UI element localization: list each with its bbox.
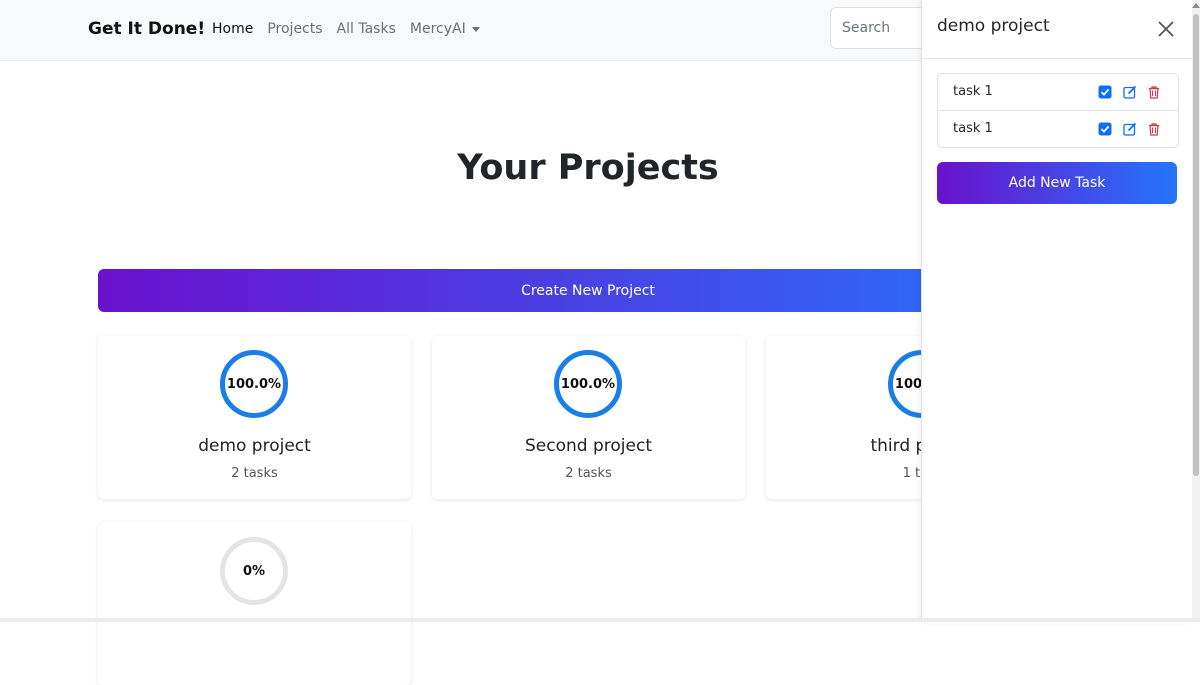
scrollbar[interactable] (1192, 0, 1200, 622)
nav-links: Home Projects All Tasks MercyAI (212, 21, 480, 37)
progress-ring: 0% (220, 537, 288, 605)
close-icon[interactable] (1156, 19, 1176, 39)
project-name: demo project (198, 436, 311, 456)
trash-icon[interactable] (1147, 85, 1161, 99)
project-name: Second project (525, 436, 652, 456)
nav-link-projects[interactable]: Projects (267, 21, 322, 37)
task-count: 2 tasks (231, 466, 278, 481)
panel-header: demo project (922, 0, 1193, 59)
edit-icon[interactable] (1123, 85, 1137, 99)
add-task-button[interactable]: Add New Task (937, 162, 1177, 204)
caret-down-icon (471, 26, 480, 32)
nav-dropdown-mercyai[interactable]: MercyAI (410, 21, 480, 37)
edit-icon[interactable] (1123, 122, 1137, 136)
project-card[interactable]: 0% (98, 522, 411, 685)
project-card[interactable]: 100.0% demo project 2 tasks (98, 336, 411, 499)
project-card[interactable]: 100.0% Second project 2 tasks (432, 336, 745, 499)
bottom-edge (0, 618, 1200, 622)
task-label: task 1 (953, 121, 993, 136)
task-item: task 1 (938, 74, 1178, 111)
task-count: 2 tasks (565, 466, 612, 481)
progress-ring: 100.0% (220, 350, 288, 418)
trash-icon[interactable] (1147, 122, 1161, 136)
scroll-up-arrow-icon[interactable] (1192, 3, 1200, 8)
panel-title: demo project (937, 16, 1050, 36)
task-item: task 1 (938, 111, 1178, 147)
brand-logo[interactable]: Get It Done! (88, 19, 205, 39)
project-tasks-panel: demo project task 1 task 1 Add New Task (921, 0, 1193, 622)
checkbox-checked-icon[interactable] (1098, 85, 1112, 99)
dropdown-label: MercyAI (409, 21, 466, 37)
task-list: task 1 task 1 (937, 73, 1179, 148)
progress-ring: 100.0% (554, 350, 622, 418)
task-label: task 1 (953, 84, 993, 99)
nav-link-home[interactable]: Home (212, 21, 253, 37)
scroll-thumb[interactable] (1193, 14, 1199, 476)
nav-link-all-tasks[interactable]: All Tasks (337, 21, 396, 37)
checkbox-checked-icon[interactable] (1098, 122, 1112, 136)
